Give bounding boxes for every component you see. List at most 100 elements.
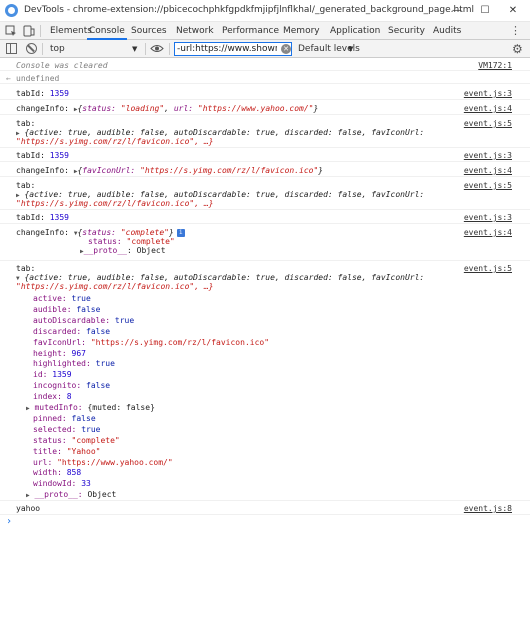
tabbar-divider (40, 25, 41, 37)
property-row[interactable]: ▶ mutedInfo: {muted: false} (26, 403, 155, 412)
show-sidebar-icon[interactable] (6, 43, 17, 54)
window-title: DevTools - chrome-extension://pbicecochp… (24, 5, 474, 15)
console-toolbar: top ▼ ✕ Default levels ▼ ⚙ (0, 40, 530, 58)
source-link[interactable]: event.js:4 (464, 166, 512, 175)
inspect-element-icon[interactable] (5, 25, 17, 37)
tab-sources[interactable]: Sources (131, 22, 167, 40)
property-row: pinned: false (33, 414, 96, 423)
filter-input[interactable] (174, 42, 292, 56)
property-key: __proto__: (34, 490, 83, 500)
console-message: changeInfo: ▶{status: "loading", url: "h… (0, 101, 530, 115)
property-row: id: 1359 (33, 370, 72, 379)
property-row: title: "Yahoo" (33, 447, 100, 456)
tab-audits[interactable]: Audits (433, 22, 461, 40)
console-cleared-text: Console was cleared (16, 61, 108, 70)
console-output: Console was cleared VM172:1 ← undefined … (0, 58, 530, 640)
tab-performance[interactable]: Performance (222, 22, 279, 40)
property-row: height: 967 (33, 349, 86, 358)
tab-network[interactable]: Network (176, 22, 214, 40)
log-value: 1359 (49, 89, 69, 98)
property-row: favIconUrl: "https://s.yimg.com/rz/l/fav… (33, 338, 269, 347)
property-value: 33 (81, 479, 91, 489)
property-value: "loading" (120, 104, 165, 113)
clear-filter-icon[interactable]: ✕ (281, 44, 291, 54)
console-prompt-icon[interactable]: › (6, 516, 12, 527)
expand-triangle-icon[interactable]: ▶ (26, 492, 30, 499)
expand-triangle-icon[interactable]: ▶ (16, 192, 20, 199)
property-value: "https://www.yahoo.com/" (57, 457, 173, 467)
expand-triangle-icon[interactable]: ▶ (16, 130, 20, 137)
property-row: autoDiscardable: true (33, 316, 134, 325)
property-key: autoDiscardable: (33, 315, 111, 325)
property-value: {muted: false} (87, 403, 155, 412)
console-message: tab: ▶ {active: true, audible: false, au… (0, 178, 530, 210)
live-expression-eye-icon[interactable] (150, 44, 164, 53)
log-label: tabId: (16, 89, 45, 98)
source-link[interactable]: event.js:5 (464, 119, 512, 128)
return-value: undefined (16, 74, 60, 83)
property-key: status: (33, 435, 67, 445)
property-value: "https://s.yimg.com/rz/l/favicon.ico" (140, 166, 319, 175)
property-row[interactable]: ▶ __proto__: Object (26, 490, 116, 499)
property-key: favIconUrl: (82, 166, 136, 175)
source-link[interactable]: event.js:5 (464, 264, 512, 273)
source-link[interactable]: event.js:8 (464, 504, 512, 513)
property-key: audible: (33, 304, 72, 314)
property-row: highlighted: true (33, 359, 115, 368)
source-link[interactable]: event.js:5 (464, 181, 512, 190)
chevron-down-icon: ▼ (348, 45, 354, 53)
property-row: windowId: 33 (33, 479, 91, 488)
more-options-icon[interactable]: ⋮ (510, 22, 521, 40)
property-key: highlighted: (33, 359, 91, 369)
source-link[interactable]: event.js:4 (464, 228, 512, 237)
tab-memory[interactable]: Memory (283, 22, 320, 40)
context-select[interactable]: top (47, 42, 141, 56)
console-message: Console was cleared VM172:1 (0, 58, 530, 71)
log-label: changeInfo: (16, 104, 69, 113)
property-row: url: "https://www.yahoo.com/" (33, 458, 173, 467)
property-value: true (81, 424, 101, 434)
property-row: status: "complete" (33, 436, 120, 445)
property-value: true (114, 315, 135, 325)
clear-console-icon[interactable] (26, 43, 37, 54)
collapse-triangle-icon[interactable]: ▼ (16, 275, 20, 282)
devtools-app-icon (5, 4, 18, 17)
property-value: 1359 (52, 370, 72, 380)
tab-application[interactable]: Application (330, 22, 380, 40)
device-toolbar-icon[interactable] (23, 25, 35, 37)
source-link[interactable]: VM172:1 (478, 61, 512, 70)
source-link[interactable]: event.js:3 (464, 151, 512, 160)
log-label: tab: (16, 119, 36, 128)
tab-security[interactable]: Security (388, 22, 425, 40)
property-value: 858 (66, 468, 82, 478)
chevron-down-icon: ▼ (132, 45, 138, 53)
object-preview[interactable]: {active: true, audible: false, autoDisca… (24, 128, 424, 137)
object-preview-end: } (313, 104, 319, 113)
property-value: Object (87, 490, 117, 500)
property-key: discarded: (33, 326, 82, 336)
property-key: selected: (33, 424, 77, 434)
log-label: changeInfo: (16, 228, 69, 237)
expand-triangle-icon[interactable]: ▶ (26, 405, 30, 412)
property-key: windowId: (33, 479, 77, 489)
property-value: "complete" (71, 435, 120, 445)
tab-console[interactable]: Console (87, 22, 127, 40)
source-link[interactable]: event.js:3 (464, 213, 512, 222)
maximize-button[interactable]: ☐ (471, 2, 499, 19)
minimize-button[interactable]: — (443, 2, 471, 19)
property-key: status: (82, 104, 116, 113)
object-preview[interactable]: {active: true, audible: false, autoDisca… (24, 273, 424, 282)
object-preview[interactable]: {active: true, audible: false, autoDisca… (24, 190, 424, 199)
close-window-button[interactable]: ✕ (499, 2, 527, 19)
property-key: mutedInfo: (34, 403, 83, 412)
property-key: __proto__ (83, 246, 127, 255)
info-icon[interactable]: i (176, 228, 185, 237)
tab-elements[interactable]: Elements (50, 22, 92, 40)
source-link[interactable]: event.js:3 (464, 89, 512, 98)
toolbar-divider (169, 43, 170, 55)
property-value: true (95, 359, 115, 369)
source-link[interactable]: event.js:4 (464, 104, 512, 113)
console-message: changeInfo: ▶{favIconUrl: "https://s.yim… (0, 163, 530, 177)
gear-icon[interactable]: ⚙ (512, 42, 523, 56)
property-value: "https://www.yahoo.com/" (197, 104, 314, 113)
